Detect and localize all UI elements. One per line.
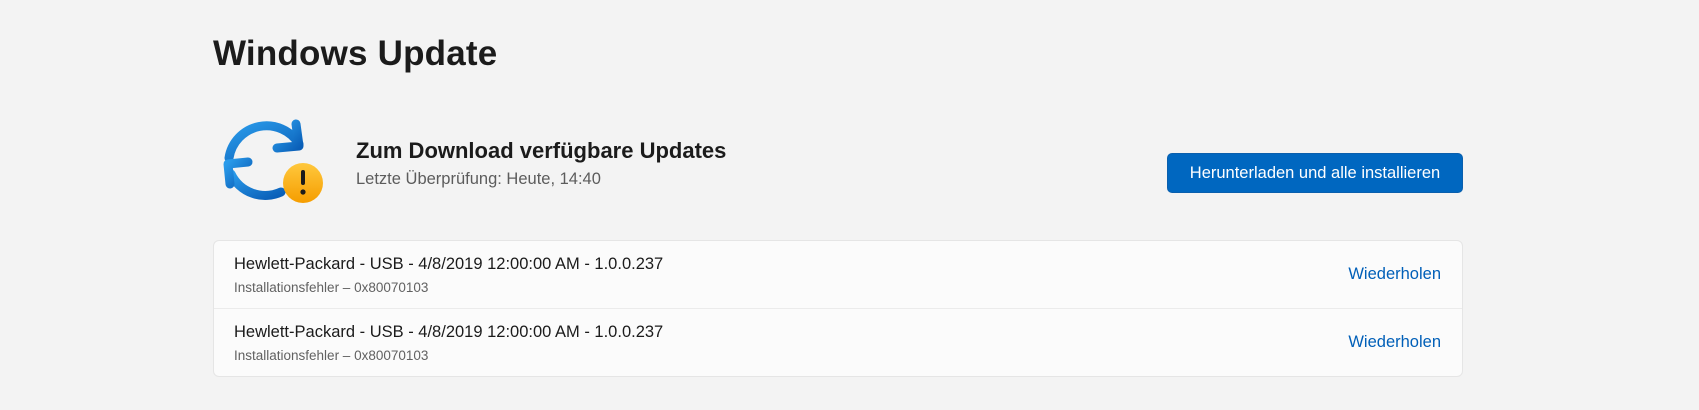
update-row: Hewlett-Packard - USB - 4/8/2019 12:00:0… [214, 241, 1462, 308]
page-title: Windows Update [213, 34, 498, 73]
retry-link[interactable]: Wiederholen [1348, 333, 1441, 352]
status-text: Zum Download verfügbare Updates Letzte Ü… [356, 138, 726, 189]
retry-link[interactable]: Wiederholen [1348, 265, 1441, 284]
update-error-status: Installationsfehler – 0x80070103 [234, 348, 429, 363]
sync-warning-icon-graphic [223, 119, 323, 203]
sync-warning-icon [223, 116, 331, 216]
update-name: Hewlett-Packard - USB - 4/8/2019 12:00:0… [234, 323, 664, 341]
last-check-text: Letzte Überprüfung: Heute, 14:40 [356, 170, 601, 188]
update-list: Hewlett-Packard - USB - 4/8/2019 12:00:0… [213, 240, 1463, 377]
download-install-all-button[interactable]: Herunterladen und alle installieren [1167, 153, 1463, 193]
update-error-status: Installationsfehler – 0x80070103 [234, 280, 429, 295]
update-row: Hewlett-Packard - USB - 4/8/2019 12:00:0… [214, 308, 1462, 376]
status-title: Zum Download verfügbare Updates [356, 138, 727, 163]
update-name: Hewlett-Packard - USB - 4/8/2019 12:00:0… [234, 255, 664, 273]
